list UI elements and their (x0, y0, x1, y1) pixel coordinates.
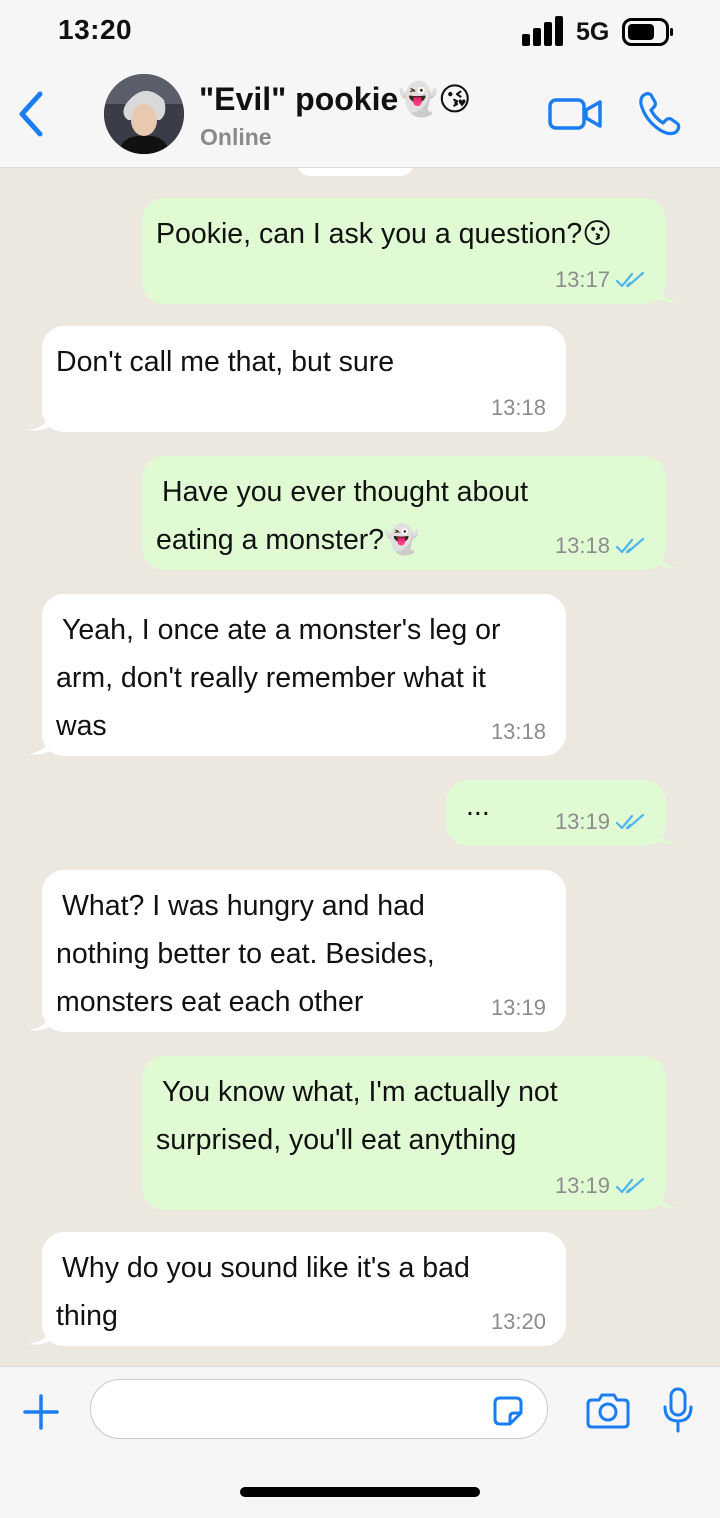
message-time: 13:19 (490, 995, 546, 1020)
message-line: Why do you sound like it's a bad (62, 1252, 470, 1284)
message-time: 13:19 (554, 809, 610, 834)
outgoing-message[interactable]: Pookie, can I ask you a question?😗 13:17 (142, 198, 680, 304)
message-time: 13:20 (490, 1309, 546, 1334)
message-meta: 13:18 (491, 394, 546, 422)
network-type: 5G (576, 18, 610, 46)
camera-icon[interactable] (586, 1391, 630, 1429)
message-list[interactable]: Pookie, can I ask you a question?😗 13:17 D… (0, 168, 720, 1366)
bubble-tail (28, 734, 52, 755)
message-text: Yeah, I once ate a monster's leg or arm, … (56, 606, 546, 750)
read-receipt-icon (616, 1177, 645, 1194)
microphone-icon[interactable] (662, 1387, 694, 1433)
message-time: 13:19 (554, 1173, 610, 1198)
message-meta: 13:19 (555, 808, 646, 836)
bubble-tail (656, 1188, 680, 1209)
message-text: Pookie, can I ask you a question?😗 (156, 210, 646, 258)
incoming-message[interactable]: Yeah, I once ate a monster's leg or arm, … (28, 594, 566, 756)
message-time: 13:18 (490, 395, 546, 420)
battery-icon (622, 18, 673, 46)
bubble-tail (656, 824, 680, 845)
plus-icon[interactable] (22, 1393, 60, 1431)
bubble-tail (656, 548, 680, 569)
message-line: arm, don't really remember what it (56, 662, 486, 694)
message-meta: 13:19 (491, 994, 546, 1022)
message-text: Why do you sound like it's a bad thing (56, 1244, 546, 1340)
outgoing-message[interactable]: ... 13:19 (446, 780, 680, 846)
message-meta: 13:18 (491, 718, 546, 746)
message-time: 13:18 (554, 533, 610, 558)
message-line: monsters eat each other (56, 986, 364, 1018)
bubble-tail (28, 1324, 52, 1345)
contact-status: Online (200, 124, 272, 150)
message-input[interactable] (90, 1379, 548, 1439)
bubble-tail (656, 282, 680, 303)
previous-message-edge (296, 168, 414, 176)
incoming-message[interactable]: Why do you sound like it's a bad thing 13:… (28, 1232, 566, 1346)
message-line: thing (56, 1300, 118, 1332)
outgoing-message[interactable]: Have you ever thought about eating a mons… (142, 456, 680, 570)
message-line: Pookie, can I ask you a question?😗 (156, 218, 612, 250)
chat-header: 13:20 5G "Evil" pookie👻😘 Online (0, 0, 720, 168)
home-indicator (240, 1487, 480, 1497)
message-line: Have you ever thought about (162, 476, 529, 508)
message-line: Yeah, I once ate a monster's leg or (62, 614, 501, 646)
phone-icon[interactable] (636, 90, 684, 138)
video-call-icon[interactable] (548, 94, 602, 134)
read-receipt-icon (616, 271, 645, 288)
message-line: nothing better to eat. Besides, (56, 938, 435, 970)
message-time: 13:17 (554, 267, 610, 292)
message-line: surprised, you'll eat anything (156, 1124, 517, 1156)
outgoing-message[interactable]: You know what, I'm actually not surprised… (142, 1056, 680, 1210)
message-text: What? I was hungry and had nothing better… (56, 882, 546, 1026)
avatar-image (104, 74, 184, 154)
bubble-tail (28, 1010, 52, 1031)
message-line: What? I was hungry and had (62, 890, 425, 922)
message-line: Don't call me that, but sure (56, 346, 395, 378)
message-meta: 13:20 (491, 1308, 546, 1336)
message-meta: 13:18 (555, 532, 646, 560)
input-bar (0, 1366, 720, 1518)
contact-name[interactable]: "Evil" pookie👻😘 (199, 80, 471, 118)
message-text: You know what, I'm actually not surprised… (156, 1068, 646, 1164)
signal-icon (522, 16, 563, 46)
read-receipt-icon (616, 537, 645, 554)
message-time: 13:18 (490, 719, 546, 744)
status-time: 13:20 (58, 14, 133, 45)
read-receipt-icon (616, 813, 645, 830)
message-text: Don't call me that, but sure (56, 338, 546, 386)
message-meta: 13:17 (555, 266, 646, 294)
avatar[interactable] (104, 74, 184, 154)
message-line: You know what, I'm actually not (162, 1076, 558, 1108)
message-line: was (56, 710, 107, 742)
sticker-icon[interactable] (492, 1395, 524, 1427)
incoming-message[interactable]: Don't call me that, but sure 13:18 (28, 326, 566, 432)
message-meta: 13:19 (555, 1172, 646, 1200)
incoming-message[interactable]: What? I was hungry and had nothing better… (28, 870, 566, 1032)
bubble-tail (28, 410, 52, 431)
back-chevron-icon[interactable] (14, 90, 48, 138)
